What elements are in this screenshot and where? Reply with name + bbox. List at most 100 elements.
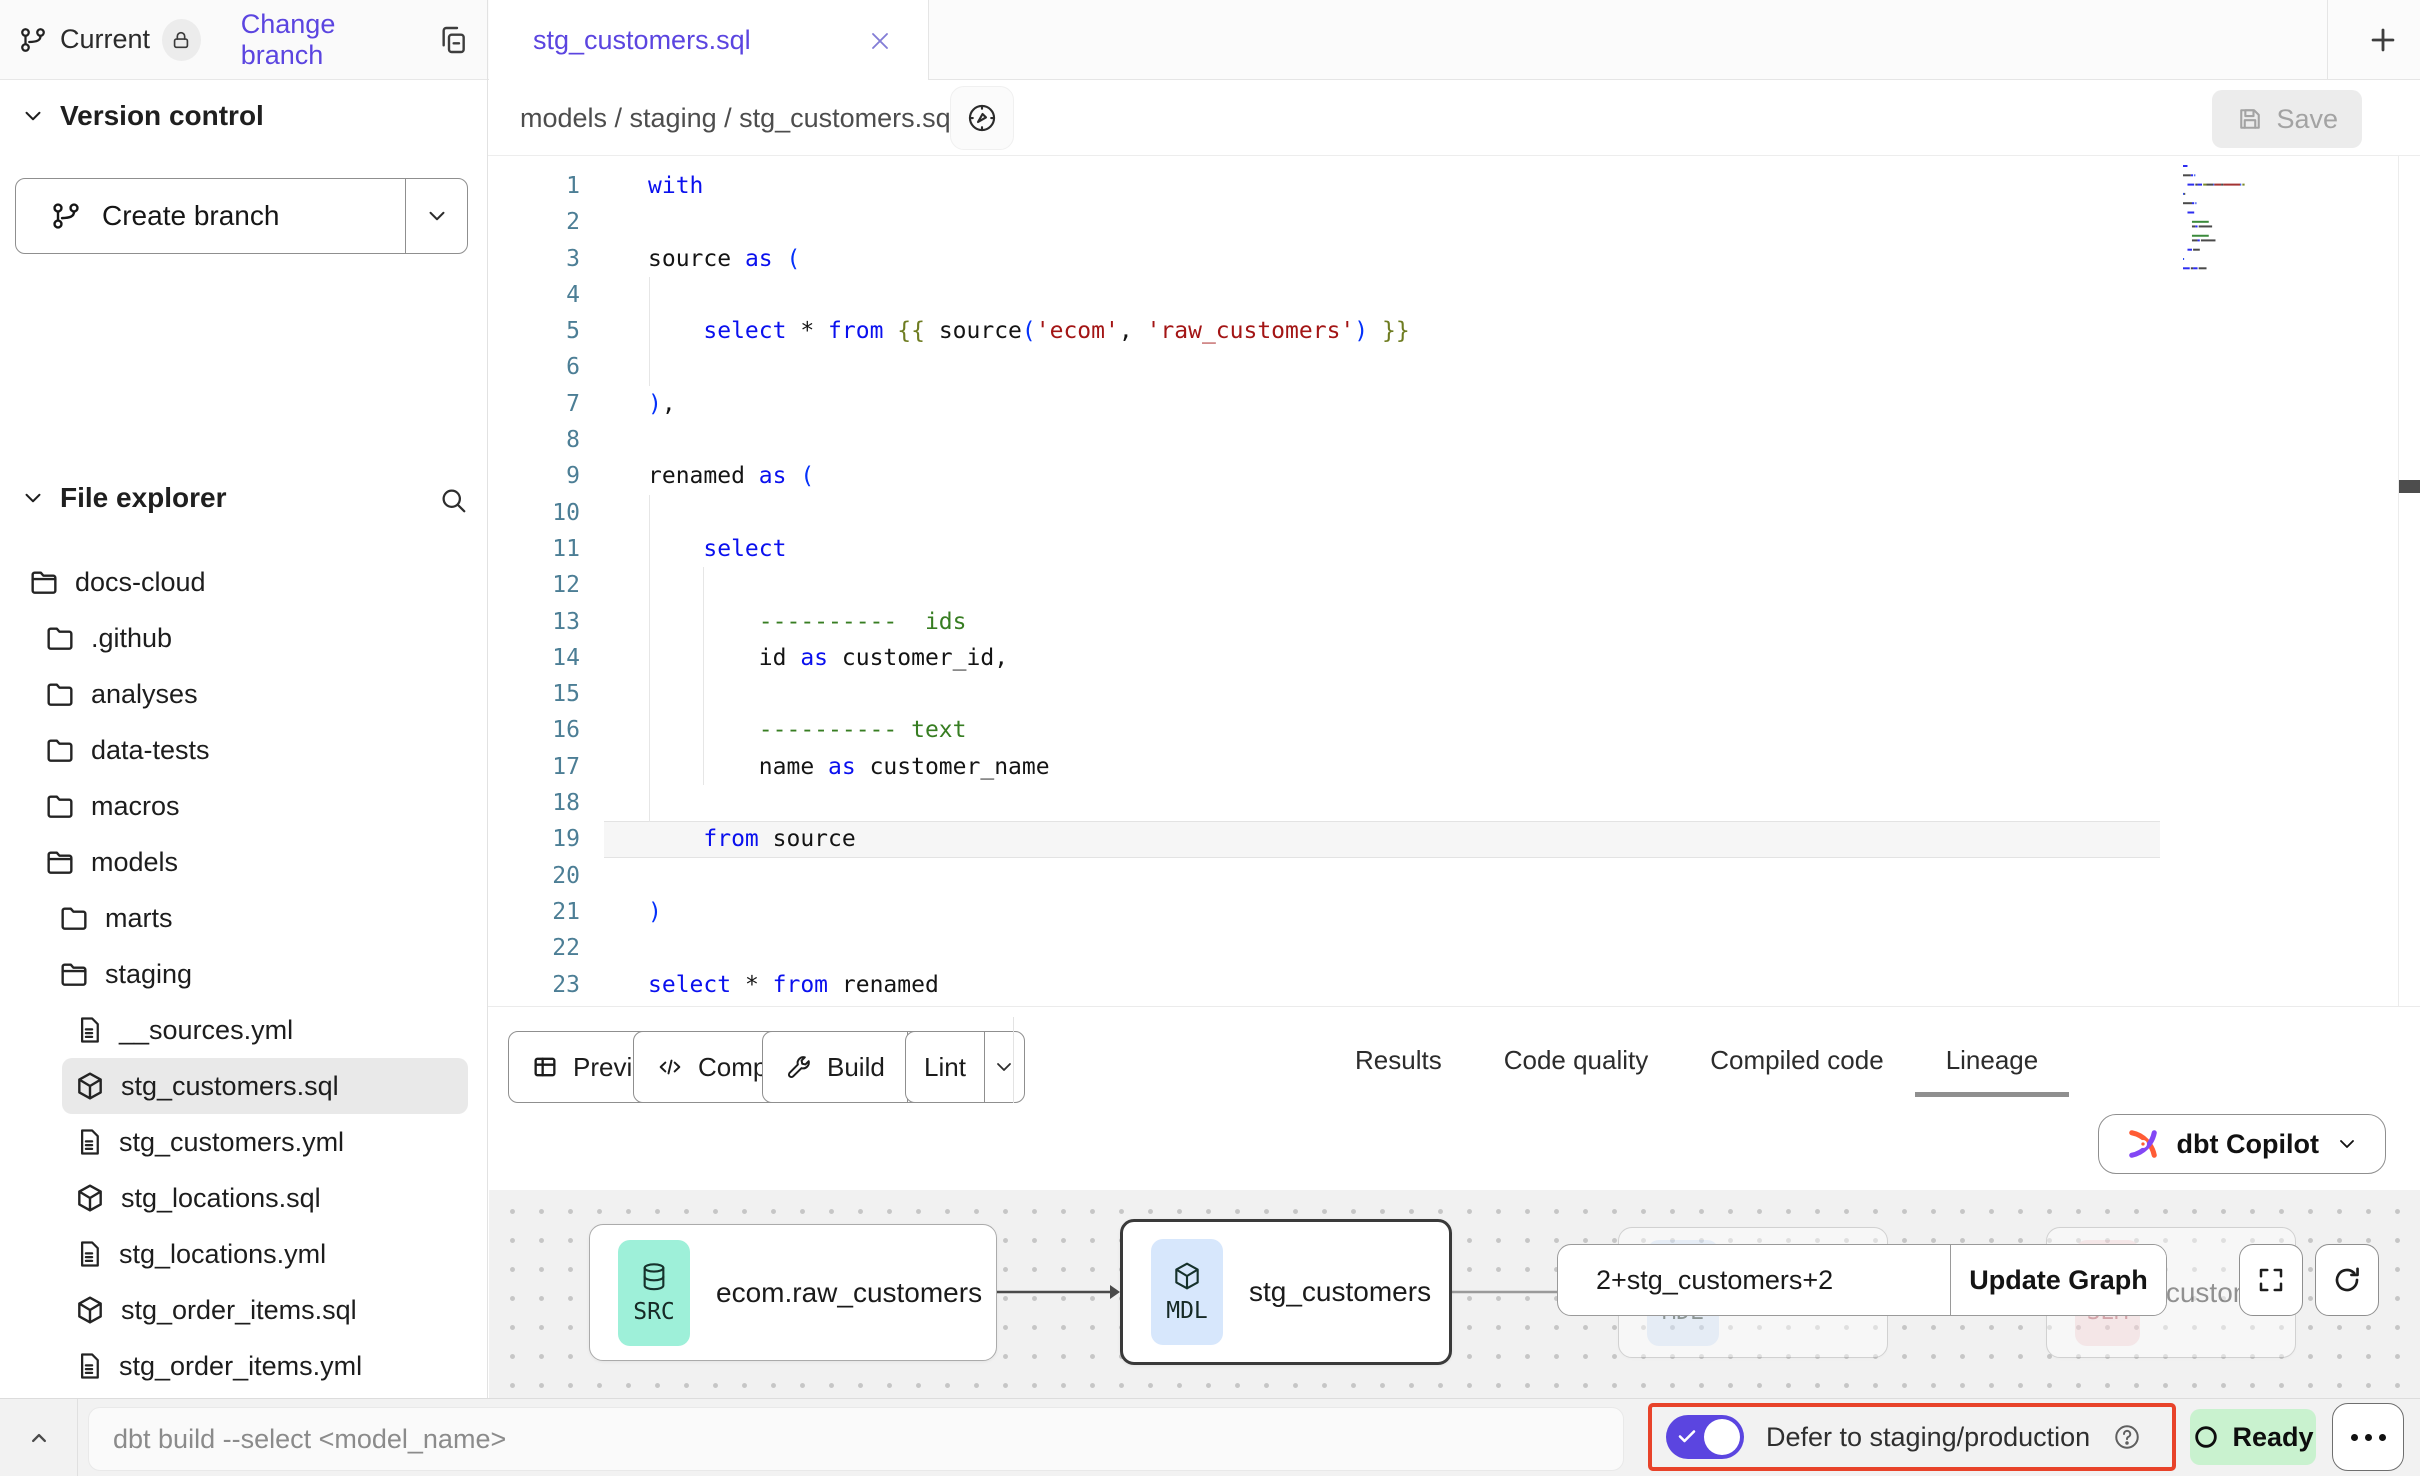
save-button[interactable]: Save — [2212, 90, 2362, 148]
defer-toggle[interactable] — [1666, 1415, 1744, 1459]
create-branch-dropdown[interactable] — [406, 179, 467, 253]
line-number: 13 — [488, 604, 580, 640]
tree-item-docs-cloud[interactable]: docs-cloud — [0, 554, 488, 610]
status-badge[interactable]: Ready — [2190, 1409, 2316, 1465]
line-number: 8 — [488, 422, 580, 458]
code-line — [648, 277, 1410, 313]
tree-item-label: stg_customers.sql — [121, 1071, 339, 1102]
tree-item-stg-locations-sql[interactable]: stg_locations.sql — [0, 1170, 488, 1226]
folder-open-icon — [44, 846, 76, 878]
code-line: source as ( — [648, 241, 1410, 277]
compass-icon[interactable] — [950, 86, 1014, 150]
help-icon[interactable] — [2112, 1422, 2142, 1452]
code-line — [648, 422, 1410, 458]
refresh-button[interactable] — [2315, 1244, 2379, 1316]
line-number: 3 — [488, 241, 580, 277]
tabstrip-divider — [2327, 0, 2328, 80]
toolbar-divider — [1013, 1017, 1014, 1103]
tree-item--github[interactable]: .github — [0, 610, 488, 666]
branch-header: Current Change branch — [0, 0, 487, 80]
tree-item-staging[interactable]: staging — [0, 946, 488, 1002]
chevron-down-icon — [2335, 1132, 2359, 1156]
code-line — [648, 785, 1410, 821]
line-number: 19 — [488, 821, 580, 857]
line-number: 17 — [488, 749, 580, 785]
code-icon — [656, 1053, 684, 1081]
tree-item-analyses[interactable]: analyses — [0, 666, 488, 722]
code-editor[interactable]: 1234567891011121314151617181920212223 wi… — [488, 156, 2420, 1006]
model-badge: MDL — [1151, 1239, 1223, 1345]
line-number: 23 — [488, 967, 580, 1003]
action-bar: Preview Compile Build Lint ResultsCode q… — [488, 1006, 2420, 1112]
search-icon[interactable] — [438, 482, 468, 515]
status-bar: Defer to staging/production Ready — [0, 1398, 2420, 1476]
lineage-edge — [994, 1280, 1129, 1304]
results-tabs: Results Code quality Compiled code Lineage — [1355, 1007, 2038, 1113]
tree-item-models[interactable]: models — [0, 834, 488, 890]
create-branch-button[interactable]: Create branch — [15, 178, 468, 254]
tree-item-marts[interactable]: marts — [0, 890, 488, 946]
source-badge: SRC — [618, 1240, 690, 1346]
command-input[interactable] — [88, 1407, 1624, 1471]
version-control-header[interactable]: Version control — [20, 100, 264, 132]
line-number: 4 — [488, 277, 580, 313]
lineage-selector-input[interactable] — [1558, 1245, 1951, 1315]
copy-icon[interactable] — [437, 24, 469, 56]
code-line: ---------- text — [648, 712, 1410, 748]
tree-item-stg-customers-sql[interactable]: stg_customers.sql — [62, 1058, 468, 1114]
close-icon[interactable] — [866, 27, 894, 55]
lineage-node-stg-customers[interactable]: MDL stg_customers — [1120, 1219, 1452, 1365]
minimap[interactable] — [2178, 160, 2308, 280]
tree-item--sources-yml[interactable]: __sources.yml — [0, 1002, 488, 1058]
code-line: select * from {{ source('ecom', 'raw_cus… — [648, 313, 1410, 349]
badge-label: MDL — [1166, 1298, 1208, 1324]
lint-dropdown[interactable] — [984, 1032, 1024, 1102]
tree-item-label: stg_customers.yml — [119, 1127, 344, 1158]
folder-open-icon — [58, 958, 90, 990]
file-explorer-header[interactable]: File explorer — [20, 482, 468, 515]
line-number: 15 — [488, 676, 580, 712]
code-line — [648, 495, 1410, 531]
tree-item-stg-order-items-yml[interactable]: stg_order_items.yml — [0, 1338, 488, 1394]
line-number: 1 — [488, 168, 580, 204]
tree-item-label: stg_order_items.yml — [119, 1351, 362, 1382]
fullscreen-icon — [2256, 1265, 2286, 1295]
tab-compiled-code[interactable]: Compiled code — [1710, 1007, 1883, 1113]
new-tab-button[interactable] — [2346, 0, 2420, 80]
fullscreen-button[interactable] — [2239, 1244, 2303, 1316]
tree-item-stg-locations-yml[interactable]: stg_locations.yml — [0, 1226, 488, 1282]
tab-code-quality[interactable]: Code quality — [1504, 1007, 1649, 1113]
collapse-panel-button[interactable] — [18, 1417, 60, 1459]
code-line: with — [648, 168, 1410, 204]
code-line — [648, 676, 1410, 712]
file-tree: docs-cloud .githubanalysesdata-testsmacro… — [0, 554, 488, 1394]
create-branch-main[interactable]: Create branch — [16, 179, 406, 253]
tree-item-stg-order-items-sql[interactable]: stg_order_items.sql — [0, 1282, 488, 1338]
more-options-button[interactable] — [2332, 1403, 2404, 1471]
tab-stg-customers[interactable]: stg_customers.sql — [489, 0, 929, 81]
tree-item-label: marts — [105, 903, 173, 934]
tab-results[interactable]: Results — [1355, 1007, 1442, 1113]
tree-item-data-tests[interactable]: data-tests — [0, 722, 488, 778]
tab-lineage[interactable]: Lineage — [1946, 1007, 2039, 1113]
file-icon — [74, 1127, 104, 1157]
line-number: 18 — [488, 785, 580, 821]
update-graph-button[interactable]: Update Graph — [1951, 1245, 2166, 1315]
lint-button[interactable]: Lint — [905, 1031, 1025, 1103]
tree-item-stg-customers-yml[interactable]: stg_customers.yml — [0, 1114, 488, 1170]
tree-item-macros[interactable]: macros — [0, 778, 488, 834]
lineage-node-source[interactable]: SRC ecom.raw_customers — [589, 1224, 997, 1361]
dbt-copilot-button[interactable]: dbt Copilot — [2098, 1114, 2386, 1174]
tree-item-label: stg_order_items.sql — [121, 1295, 357, 1326]
lineage-canvas[interactable]: SRC ecom.raw_customers MDL stg_customers… — [489, 1190, 2420, 1398]
change-branch-link[interactable]: Change branch — [241, 9, 411, 71]
cube-icon — [1171, 1260, 1203, 1292]
scrollbar-handle[interactable] — [2399, 480, 2420, 493]
code-line — [648, 858, 1410, 894]
check-icon — [1675, 1424, 1699, 1448]
git-branch-icon — [18, 25, 48, 55]
build-label: Build — [827, 1052, 885, 1083]
tree-item-label: docs-cloud — [75, 567, 206, 598]
folder-icon — [44, 734, 76, 766]
chevron-down-icon — [424, 203, 450, 229]
